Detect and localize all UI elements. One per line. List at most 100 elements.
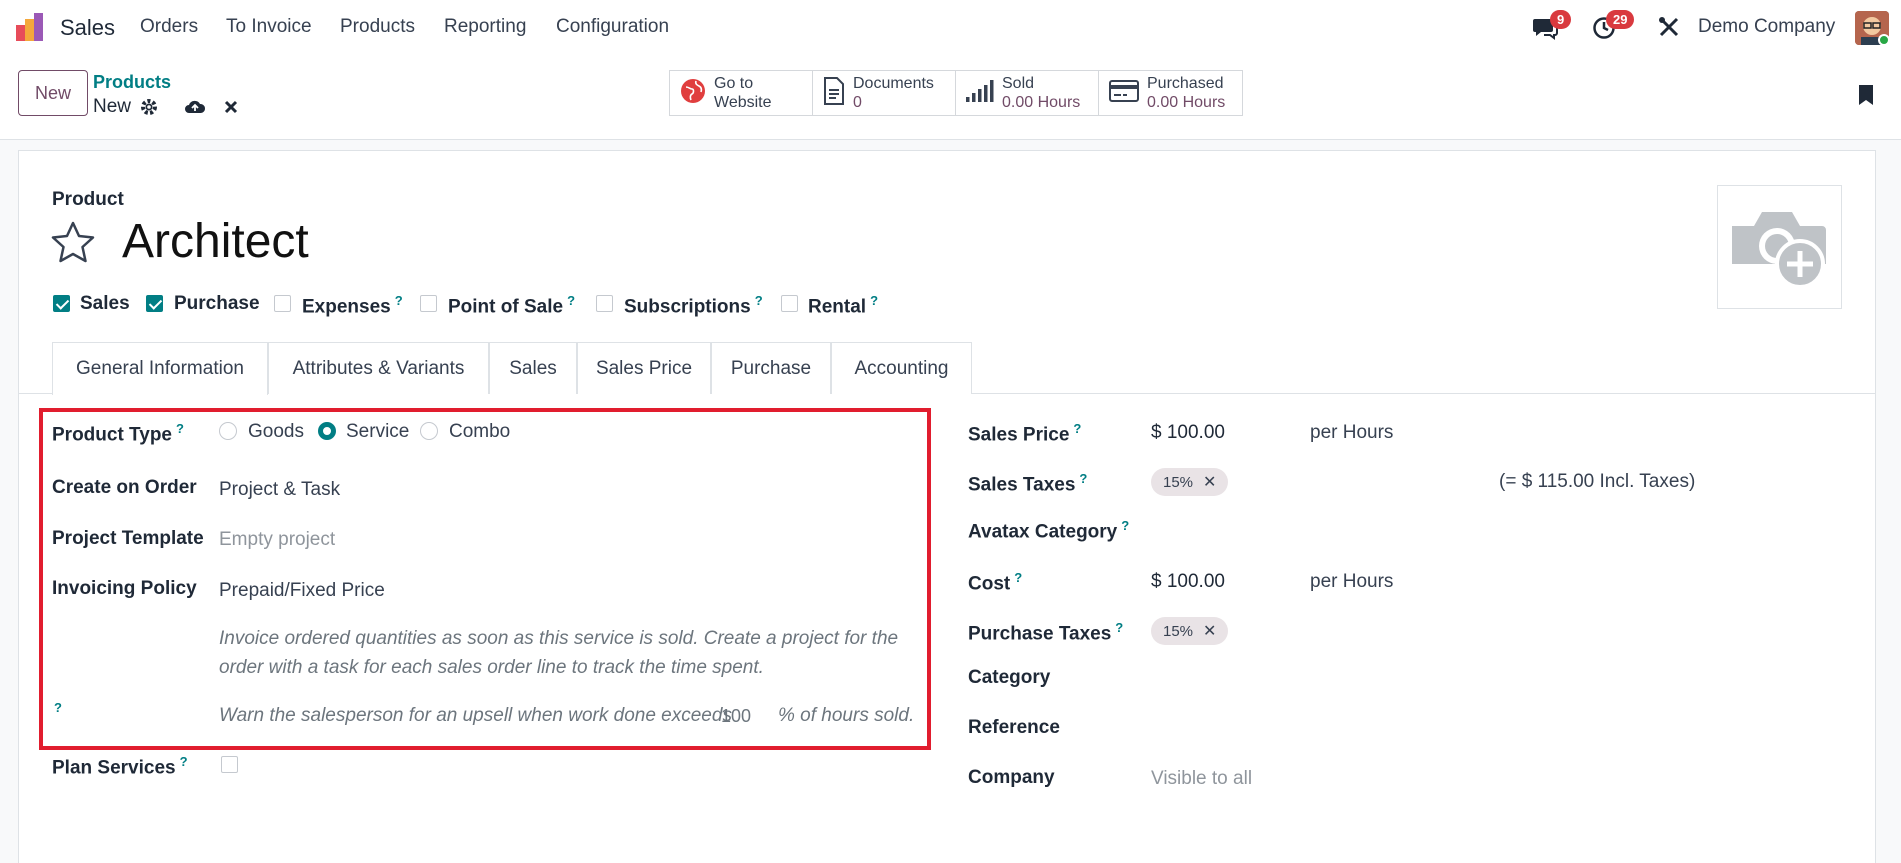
expenses-help-icon[interactable]: ? [395, 293, 403, 308]
subscriptions-checkbox[interactable] [596, 295, 613, 312]
radio-combo[interactable] [420, 422, 438, 440]
radio-goods[interactable] [219, 422, 237, 440]
purchase-tax-tag[interactable]: 15% ✕ [1151, 617, 1229, 645]
new-button[interactable]: New [18, 70, 88, 116]
signal-bars-icon [966, 79, 994, 107]
go-to-website-button[interactable]: Go to Website [669, 70, 813, 116]
globe-icon [680, 78, 706, 109]
tab-attributes-variants[interactable]: Attributes & Variants [268, 342, 489, 394]
expenses-option-label: Expenses [302, 296, 391, 318]
plan-services-checkbox[interactable] [221, 756, 238, 773]
upsell-threshold-input[interactable]: 100 [721, 706, 751, 727]
remove-tag-icon[interactable]: ✕ [1203, 621, 1216, 641]
save-cloud-icon[interactable] [184, 98, 206, 121]
upsell-help-icon[interactable]: ? [54, 700, 62, 715]
radio-service[interactable] [318, 422, 336, 440]
rental-option-label: Rental [808, 296, 867, 318]
documents-button[interactable]: Documents 0 [812, 70, 956, 116]
sold-button[interactable]: Sold 0.00 Hours [955, 70, 1099, 116]
company-switcher[interactable]: Demo Company [1698, 16, 1835, 38]
favorite-star-icon[interactable] [50, 220, 96, 269]
credit-card-icon [1109, 79, 1139, 107]
purchased-label: Purchased [1147, 75, 1224, 92]
top-navbar: Sales Orders To Invoice Products Reporti… [0, 0, 1901, 56]
tab-purchase[interactable]: Purchase [711, 342, 831, 394]
app-name[interactable]: Sales [60, 15, 115, 41]
menu-orders[interactable]: Orders [140, 16, 198, 38]
sales-taxes-help-icon[interactable]: ? [1079, 471, 1087, 486]
sales-tax-tag-label: 15% [1163, 473, 1194, 491]
menu-to-invoice[interactable]: To Invoice [226, 16, 312, 38]
sales-price-uom: per Hours [1310, 422, 1394, 443]
rental-checkbox[interactable] [781, 295, 798, 312]
tab-accounting[interactable]: Accounting [831, 342, 972, 394]
project-template-input[interactable]: Empty project [219, 529, 335, 551]
purchase-taxes-label: Purchase Taxes [968, 623, 1112, 645]
purchased-button[interactable]: Purchased 0.00 Hours [1098, 70, 1243, 116]
invoicing-help-line2: order with a task for each sales order l… [219, 657, 764, 678]
plan-services-help-icon[interactable]: ? [180, 754, 188, 769]
remove-tag-icon[interactable]: ✕ [1203, 472, 1216, 492]
document-icon [823, 76, 845, 110]
subscriptions-help-icon[interactable]: ? [755, 293, 763, 308]
cost-input[interactable]: $ 100.00 [1151, 571, 1225, 593]
bookmark-icon[interactable] [1858, 84, 1874, 111]
purchase-tax-tag-label: 15% [1163, 622, 1194, 640]
create-on-order-label: Create on Order [52, 477, 197, 498]
sales-tax-tag[interactable]: 15% ✕ [1151, 468, 1229, 496]
purchase-taxes-help-icon[interactable]: ? [1115, 620, 1123, 635]
sales-price-help-icon[interactable]: ? [1073, 421, 1081, 436]
goods-label: Goods [248, 421, 304, 442]
subscriptions-option: Subscriptions? [624, 293, 763, 318]
sold-value: 0.00 Hours [1002, 94, 1081, 111]
sales-taxes-field: Sales Taxes? [968, 471, 1087, 496]
control-panel: New Products New Go to Website Documents 0… [0, 56, 1901, 140]
sales-price-field: Sales Price? [968, 421, 1081, 446]
invoicing-policy-label: Invoicing Policy [52, 578, 197, 599]
menu-products[interactable]: Products [340, 16, 415, 38]
breadcrumb-products[interactable]: Products [93, 72, 171, 93]
app-logo-icon[interactable] [16, 13, 46, 43]
cost-help-icon[interactable]: ? [1014, 570, 1022, 585]
cost-uom: per Hours [1310, 571, 1394, 592]
purchase-checkbox[interactable] [146, 295, 163, 312]
upsell-prefix: Warn the salesperson for an upsell when … [219, 705, 732, 726]
expenses-checkbox[interactable] [274, 295, 291, 312]
discard-icon[interactable] [224, 100, 238, 119]
avatax-help-icon[interactable]: ? [1121, 518, 1129, 533]
menu-reporting[interactable]: Reporting [444, 16, 526, 38]
menu-configuration[interactable]: Configuration [556, 16, 669, 38]
point-of-sale-option-label: Point of Sale [448, 296, 564, 318]
upsell-suffix: % of hours sold. [778, 705, 915, 726]
sales-taxes-label: Sales Taxes [968, 474, 1076, 496]
sales-price-input[interactable]: $ 100.00 [1151, 422, 1225, 444]
rental-help-icon[interactable]: ? [870, 293, 878, 308]
product-image-placeholder[interactable] [1717, 185, 1842, 309]
avatax-category-field: Avatax Category? [968, 518, 1129, 543]
product-type-help-icon[interactable]: ? [176, 421, 184, 436]
purchase-option-label: Purchase [174, 293, 260, 314]
rental-option: Rental? [808, 293, 878, 318]
point-of-sale-option: Point of Sale? [448, 293, 575, 318]
expenses-option: Expenses? [302, 293, 403, 318]
sales-checkbox[interactable] [53, 295, 70, 312]
sales-option-label: Sales [80, 293, 130, 314]
company-input[interactable]: Visible to all [1151, 768, 1252, 790]
create-on-order-select[interactable]: Project & Task [219, 479, 340, 501]
tab-general-information[interactable]: General Information [52, 342, 268, 395]
tab-sales[interactable]: Sales [489, 342, 577, 394]
combo-label: Combo [449, 421, 511, 442]
product-name-input[interactable]: Architect [122, 214, 309, 269]
tab-sales-price[interactable]: Sales Price [577, 342, 711, 394]
reference-label: Reference [968, 717, 1060, 738]
gear-icon[interactable] [140, 98, 158, 121]
sold-label: Sold [1002, 75, 1035, 92]
plan-services-field: Plan Services? [52, 754, 188, 779]
point-of-sale-checkbox[interactable] [420, 295, 437, 312]
tools-icon[interactable] [1658, 16, 1680, 43]
invoicing-policy-select[interactable]: Prepaid/Fixed Price [219, 580, 385, 602]
point-of-sale-help-icon[interactable]: ? [567, 293, 575, 308]
project-template-label: Project Template [52, 528, 204, 549]
avatax-category-label: Avatax Category [968, 521, 1118, 543]
category-label: Category [968, 667, 1051, 688]
